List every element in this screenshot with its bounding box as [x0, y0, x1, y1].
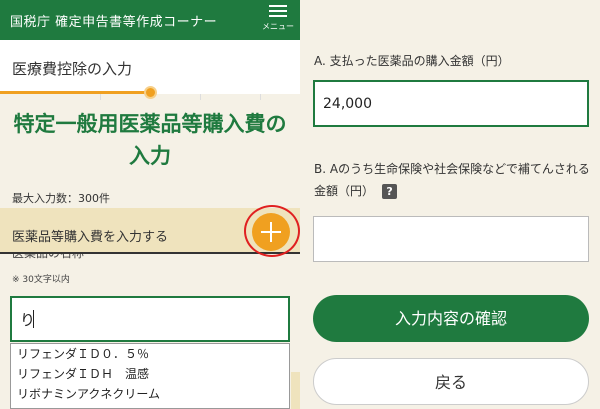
medicine-name-input[interactable] — [10, 296, 290, 342]
section-title: 医療費控除の入力 — [12, 60, 133, 78]
autocomplete-item[interactable]: リフェンダＩＤ０．５％ — [11, 344, 289, 364]
app-header: 国税庁 確定申告書等作成コーナー メニュー — [0, 0, 300, 40]
hamburger-icon — [269, 4, 287, 18]
reimbursed-input[interactable] — [313, 216, 589, 262]
autocomplete-list: リフェンダＩＤ０．５％ リフェンダＩＤＨ 温感 リボナミンアクネクリーム — [10, 343, 290, 409]
medicine-name-hint: ※ 30文字以内 — [12, 275, 70, 285]
max-entry-count: 最大入力数：300件 — [12, 192, 110, 205]
background-strip — [291, 372, 300, 409]
progress-ticks — [0, 94, 300, 100]
page-title-line1: 特定一般用医薬品等購入費の — [13, 112, 287, 136]
autocomplete-item[interactable]: リフェンダＩＤＨ 温感 — [11, 364, 289, 384]
highlight-circle — [244, 205, 300, 257]
text-caret — [33, 310, 34, 328]
amount-paid-input[interactable] — [313, 80, 589, 127]
left-panel: 国税庁 確定申告書等作成コーナー メニュー 医療費控除の入力 特定一般用医薬品等… — [0, 0, 300, 409]
confirm-button[interactable]: 入力内容の確認 — [313, 295, 589, 342]
page-title: 特定一般用医薬品等購入費の 入力 — [10, 108, 290, 172]
app-title: 国税庁 確定申告書等作成コーナー — [10, 15, 218, 30]
autocomplete-item[interactable]: リボナミンアクネクリーム — [11, 384, 289, 404]
amount-paid-label: A. 支払った医薬品の購入金額（円） — [314, 54, 510, 68]
right-panel: A. 支払った医薬品の購入金額（円） B. Aのうち生命保険や社会保険などで補て… — [300, 0, 600, 409]
reimbursed-label-text: B. Aのうち生命保険や社会保険などで補てんされる金額（円） — [314, 162, 590, 198]
add-medicine-label: 医薬品等購入費を入力する — [12, 230, 169, 245]
menu-label: メニュー — [262, 22, 294, 31]
page-title-line2: 入力 — [129, 144, 171, 168]
back-button[interactable]: 戻る — [313, 358, 589, 405]
question-icon[interactable]: ? — [382, 184, 398, 199]
section-header: 医療費控除の入力 — [0, 40, 300, 92]
reimbursed-label: B. Aのうち生命保険や社会保険などで補てんされる金額（円）? — [314, 158, 594, 202]
menu-button[interactable]: メニュー — [260, 4, 296, 38]
